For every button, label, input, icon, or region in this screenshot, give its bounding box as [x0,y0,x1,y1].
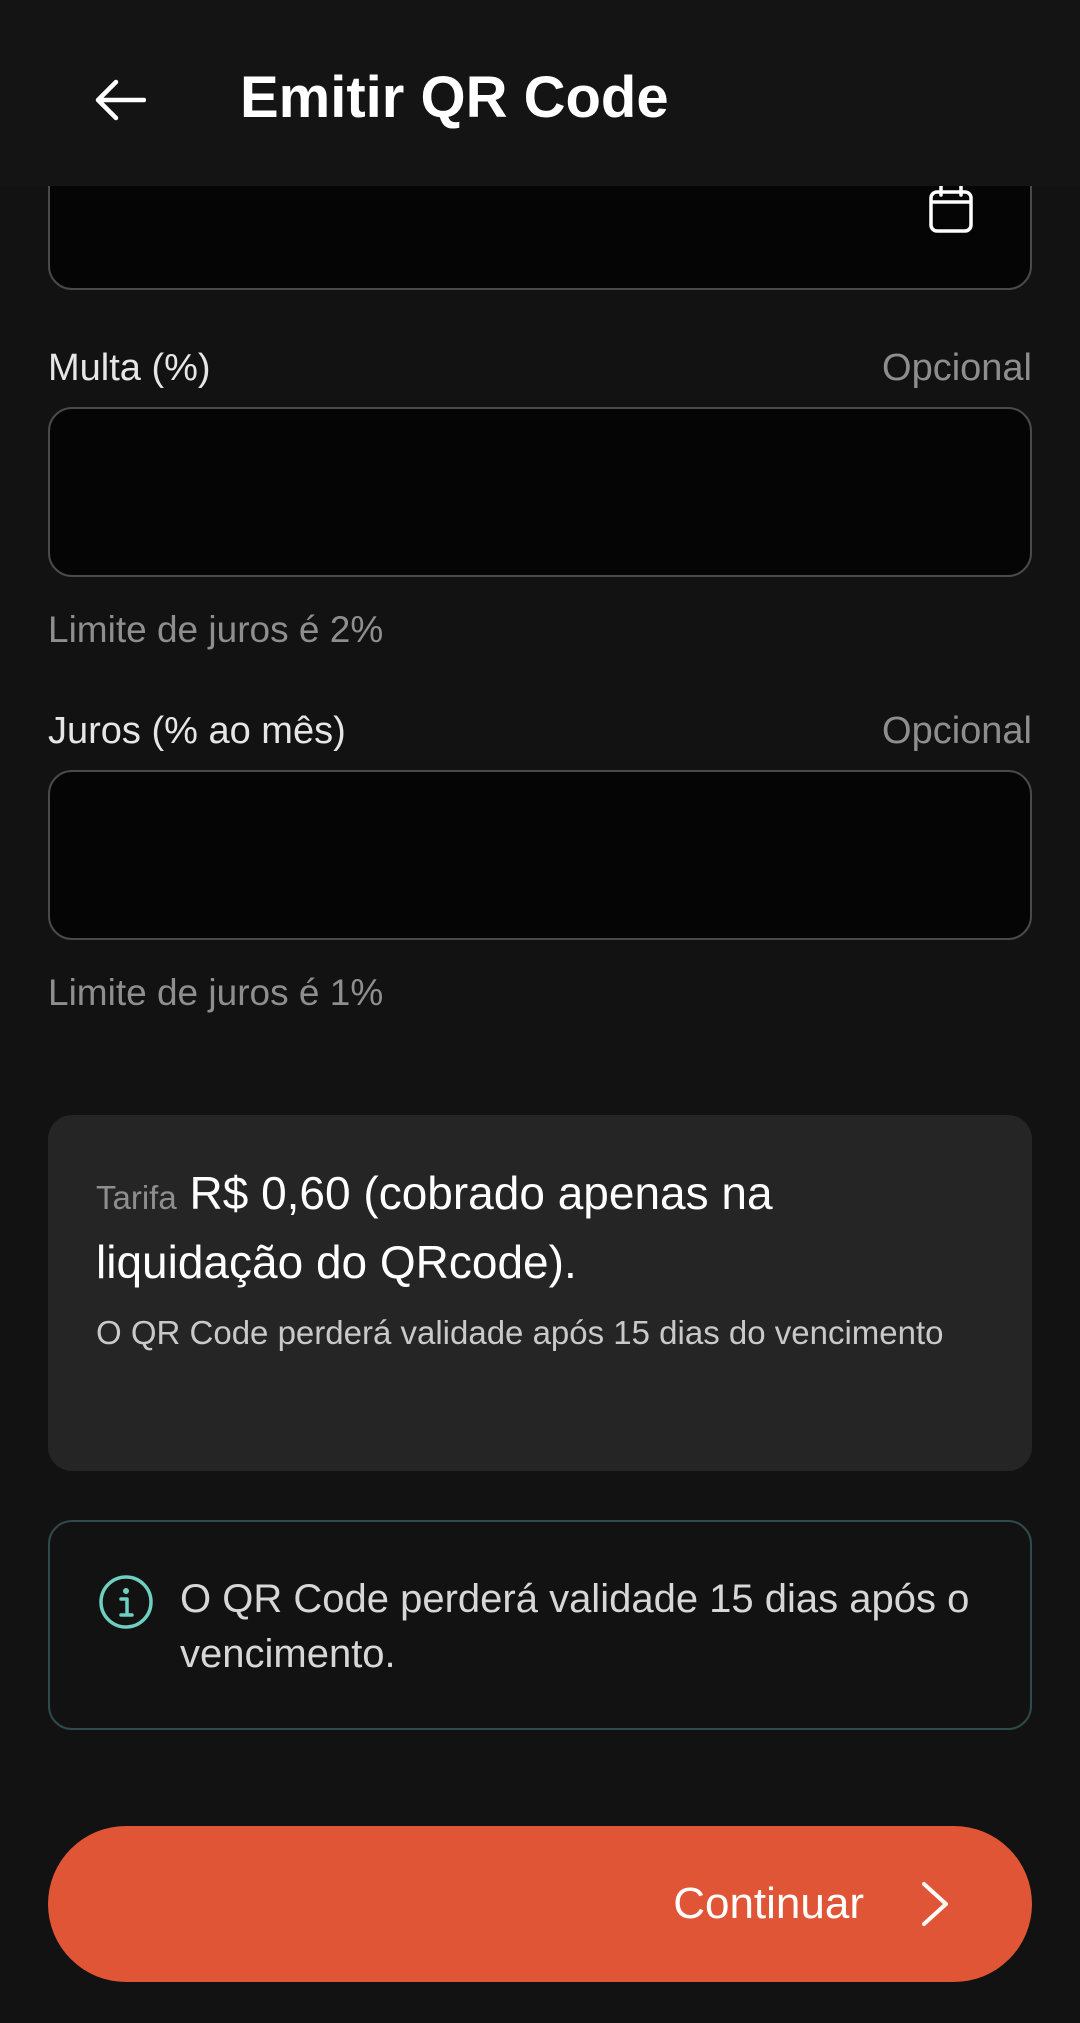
fee-label: Tarifa [96,1179,177,1216]
info-box: O QR Code perderá validade 15 dias após … [48,1520,1032,1730]
multa-input[interactable] [48,407,1032,577]
fee-validity-note: O QR Code perderá validade após 15 dias … [96,1314,944,1351]
fee-description: Tarifa R$ 0,60 (cobrado apenas na liquid… [96,1161,976,1294]
info-text: O QR Code perderá validade 15 dias após … [180,1577,970,1676]
continue-button[interactable]: Continuar [48,1826,1032,1982]
info-icon [99,1575,153,1629]
emitir-qr-code-screen: Emitir QR Code Multa (%) Opcional Limite… [0,0,1080,2023]
juros-label: Juros (% ao mês) [48,710,346,752]
page-title: Emitir QR Code [240,65,669,130]
chevron-right-icon [922,1882,948,1926]
juros-optional-label: Opcional [882,710,1032,752]
continue-label: Continuar [673,1879,864,1928]
app-header: Emitir QR Code [0,0,1080,186]
multa-hint: Limite de juros é 2% [48,609,384,650]
back-button[interactable] [80,60,160,140]
multa-label: Multa (%) [48,347,211,389]
juros-input[interactable] [48,770,1032,940]
juros-hint: Limite de juros é 1% [48,972,384,1013]
arrow-left-icon [95,79,146,121]
fee-value: R$ 0,60 (cobrado apenas na liquidação do… [96,1167,773,1288]
fee-card: Tarifa R$ 0,60 (cobrado apenas na liquid… [48,1115,1032,1471]
calendar-icon[interactable] [928,184,974,234]
multa-optional-label: Opcional [882,347,1032,389]
